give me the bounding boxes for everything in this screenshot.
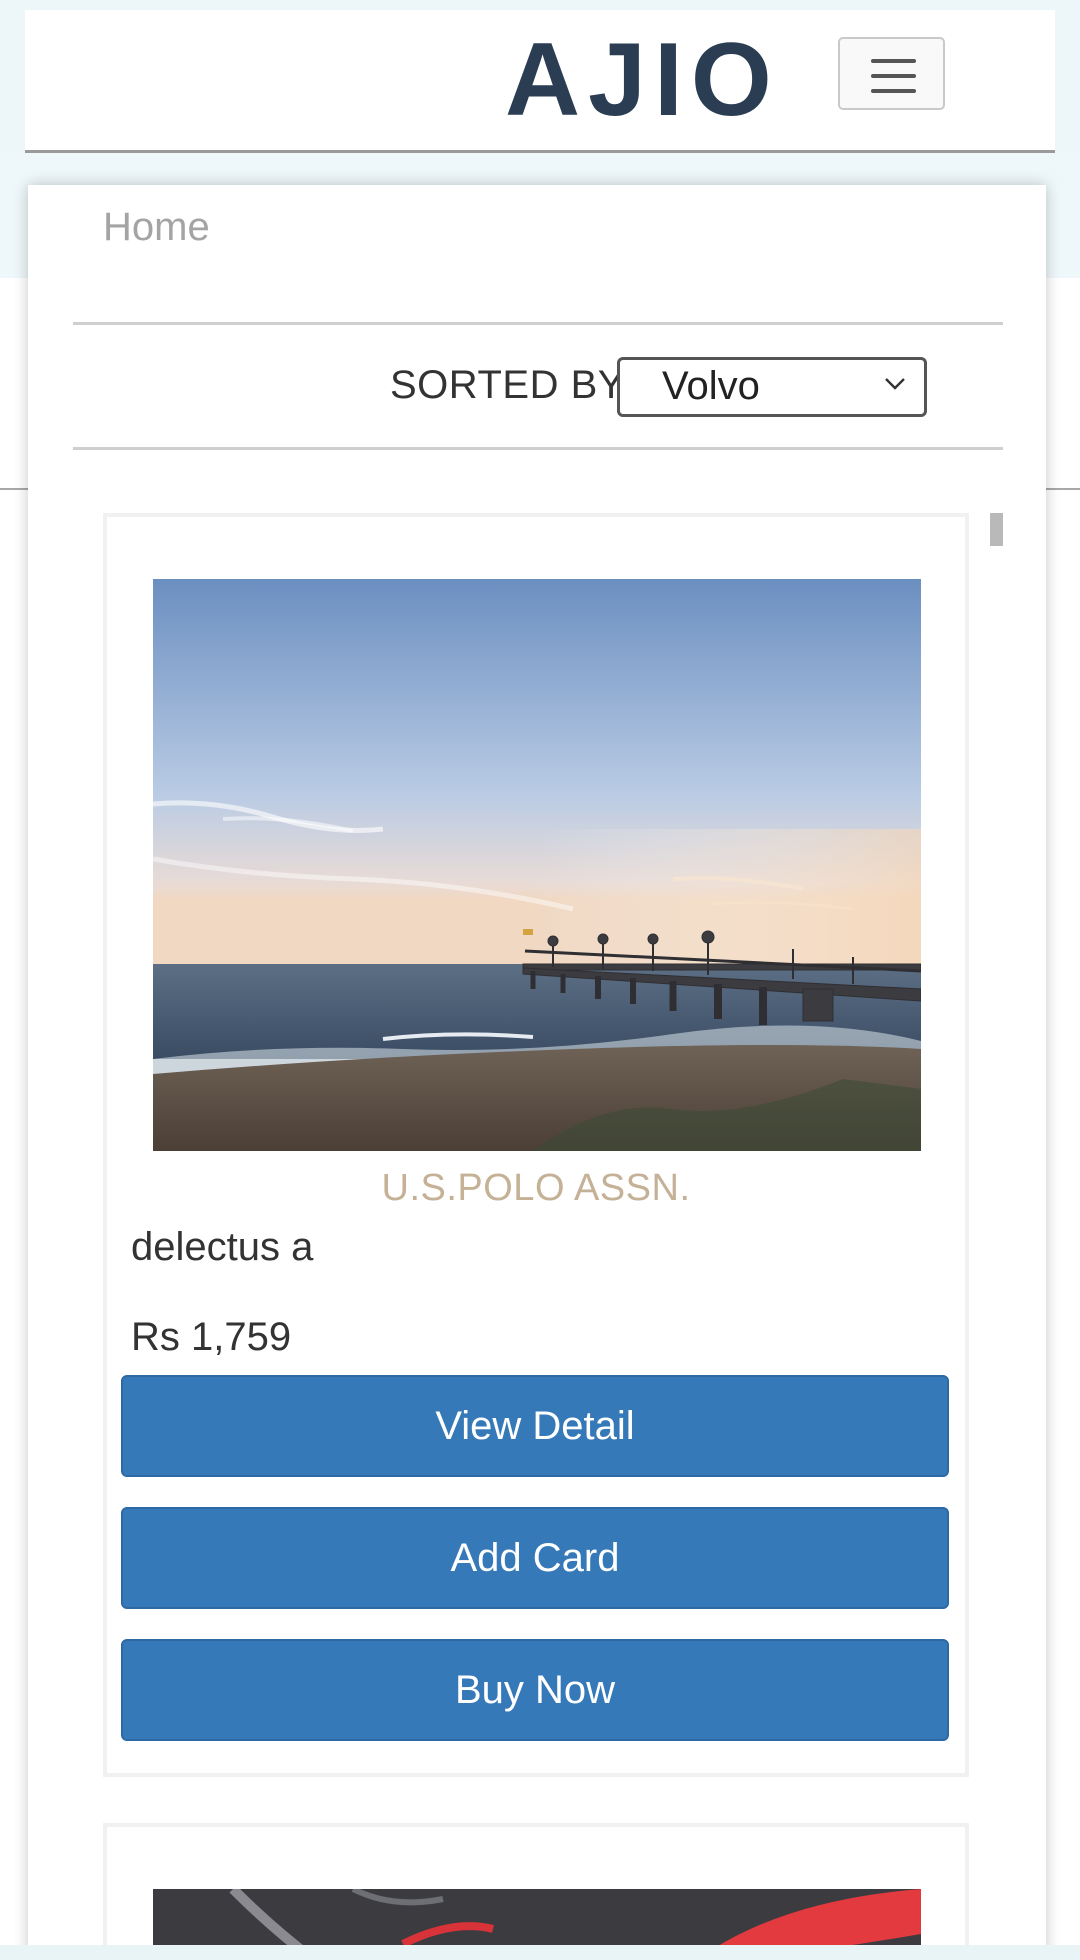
divider xyxy=(73,447,1003,450)
sort-label: SORTED BY xyxy=(390,363,625,407)
product-brand: U.S.POLO ASSN. xyxy=(381,1167,691,1209)
product-card xyxy=(103,1823,969,1960)
menu-bar xyxy=(871,74,916,78)
product-listing-panel: Home SORTED BY Volvo U.S.POLO ASSN. dele… xyxy=(28,185,1046,1960)
chevron-down-icon xyxy=(885,378,905,390)
product-name: delectus a xyxy=(131,1225,314,1269)
buy-now-button[interactable]: Buy Now xyxy=(121,1639,949,1741)
breadcrumb-home[interactable]: Home xyxy=(103,205,210,250)
hamburger-menu-icon[interactable] xyxy=(838,37,945,110)
brand-logo[interactable]: AJIO xyxy=(505,28,780,132)
product-card: U.S.POLO ASSN. delectus a Rs 1,759 View … xyxy=(103,513,969,1777)
product-image[interactable] xyxy=(153,579,921,1151)
sort-selected-value: Volvo xyxy=(662,364,760,408)
divider xyxy=(73,322,1003,325)
sort-select[interactable]: Volvo xyxy=(617,357,927,417)
scrollbar-thumb[interactable] xyxy=(990,513,1003,546)
menu-bar xyxy=(871,59,916,63)
product-price: Rs 1,759 xyxy=(131,1315,292,1359)
bottom-edge xyxy=(0,1945,1080,1960)
add-card-button[interactable]: Add Card xyxy=(121,1507,949,1609)
menu-bar xyxy=(871,89,916,93)
top-navbar: AJIO xyxy=(25,10,1055,153)
view-detail-button[interactable]: View Detail xyxy=(121,1375,949,1477)
